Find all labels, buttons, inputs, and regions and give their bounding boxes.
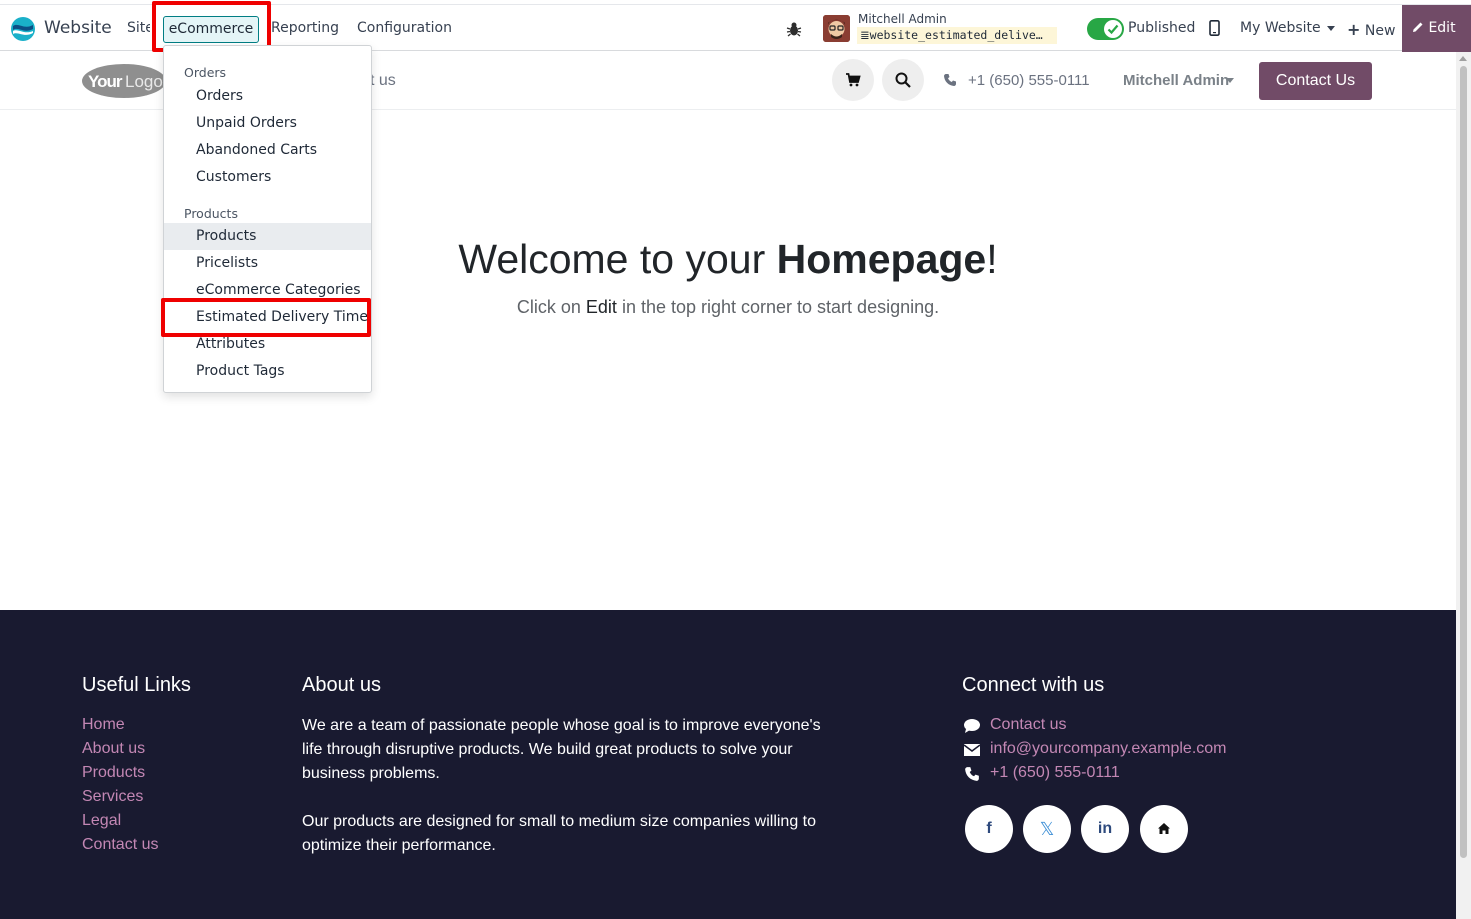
- footer-link-products[interactable]: Products: [82, 764, 145, 782]
- dropdown-header-orders: Orders: [184, 65, 227, 80]
- phone-icon: [944, 74, 956, 86]
- linkedin-button[interactable]: in: [1081, 805, 1129, 853]
- new-button[interactable]: + New: [1347, 20, 1395, 39]
- debug-bug-icon[interactable]: [786, 21, 802, 37]
- cart-button[interactable]: [832, 59, 874, 101]
- app-name[interactable]: Website: [44, 18, 112, 38]
- footer-link-home[interactable]: Home: [82, 716, 125, 734]
- twitter-button[interactable]: 𝕏: [1023, 805, 1071, 853]
- database-icon: ≣: [860, 28, 870, 42]
- ecommerce-dropdown-menu: Orders Orders Unpaid Orders Abandoned Ca…: [163, 45, 372, 393]
- edit-label: Edit: [1428, 20, 1456, 36]
- company-logo[interactable]: Your Logo: [82, 62, 172, 100]
- x-twitter-icon: 𝕏: [1039, 819, 1055, 839]
- hero-title-bold: Homepage: [776, 236, 987, 282]
- linkedin-icon: in: [1097, 820, 1113, 837]
- scrollbar-thumb[interactable]: [1460, 66, 1467, 858]
- hero-sub-pre: Click on: [516, 297, 586, 317]
- footer-about-text-1: We are a team of passionate people whose…: [302, 717, 821, 782]
- dropdown-header-products: Products: [184, 206, 238, 221]
- published-label[interactable]: Published: [1128, 20, 1195, 36]
- scroll-up-arrow-icon[interactable]: [1459, 56, 1467, 61]
- footer-phone-icon: [965, 767, 979, 781]
- plus-icon: +: [1347, 20, 1361, 39]
- database-name: ≣website_estimated_delive…: [857, 27, 1057, 44]
- check-icon: [1107, 24, 1119, 35]
- svg-text:Your: Your: [88, 72, 123, 91]
- footer-phone[interactable]: +1 (650) 555-0111: [990, 764, 1120, 782]
- footer-connect-title: Connect with us: [962, 674, 1105, 696]
- home-social-button[interactable]: [1140, 805, 1188, 853]
- published-toggle[interactable]: [1087, 18, 1124, 40]
- header-user-menu[interactable]: Mitchell Admin: [1123, 72, 1229, 89]
- dropdown-item-pricelists[interactable]: Pricelists: [164, 250, 371, 277]
- search-icon: [895, 72, 911, 88]
- hero-title-pre: Welcome to your: [458, 236, 777, 282]
- hero-title-post: !: [986, 236, 998, 282]
- topbar-user-name[interactable]: Mitchell Admin: [858, 12, 947, 26]
- toggle-knob: [1104, 20, 1122, 38]
- footer-about-title: About us: [302, 674, 381, 696]
- dropdown-item-product-tags[interactable]: Product Tags: [164, 358, 371, 385]
- dropdown-item-unpaid-orders[interactable]: Unpaid Orders: [164, 110, 371, 137]
- new-label: New: [1364, 23, 1396, 39]
- menu-site[interactable]: Site: [127, 20, 150, 36]
- footer-link-legal[interactable]: Legal: [82, 812, 121, 830]
- hero-sub-post: in the top right corner to start designi…: [616, 297, 940, 317]
- highlight-estimated-delivery-time: [161, 298, 371, 337]
- my-website-label: My Website: [1240, 20, 1321, 36]
- svg-text:Logo: Logo: [125, 72, 163, 91]
- facebook-button[interactable]: f: [965, 805, 1013, 853]
- mobile-preview-icon[interactable]: [1209, 20, 1220, 36]
- edit-button[interactable]: Edit: [1402, 5, 1471, 52]
- footer-useful-links-title: Useful Links: [82, 674, 191, 696]
- footer-link-services[interactable]: Services: [82, 788, 143, 806]
- cart-icon: [846, 73, 861, 87]
- facebook-icon: f: [986, 820, 992, 837]
- home-icon: [1158, 823, 1170, 834]
- footer-about-text-2: Our products are designed for small to m…: [302, 813, 817, 854]
- footer-link-about[interactable]: About us: [82, 740, 145, 758]
- my-website-switcher[interactable]: My Website: [1240, 20, 1336, 36]
- dropdown-item-customers[interactable]: Customers: [164, 164, 371, 191]
- comment-icon: [964, 719, 980, 733]
- user-avatar[interactable]: [823, 15, 850, 42]
- footer-link-contact[interactable]: Contact us: [82, 836, 158, 854]
- menu-reporting[interactable]: Reporting: [271, 20, 339, 36]
- hero-sub-bold: Edit: [585, 297, 617, 317]
- dropdown-item-abandoned-carts[interactable]: Abandoned Carts: [164, 137, 371, 164]
- caret-down-icon: [1327, 25, 1336, 31]
- dropdown-item-orders[interactable]: Orders: [164, 83, 371, 110]
- menu-configuration[interactable]: Configuration: [357, 20, 452, 36]
- footer-connect-contact[interactable]: Contact us: [990, 716, 1066, 734]
- website-app-icon[interactable]: [10, 16, 36, 42]
- envelope-icon: [963, 744, 981, 756]
- dropdown-item-products[interactable]: Products: [164, 223, 371, 250]
- pencil-icon: [1413, 22, 1423, 32]
- user-caret-icon: [1226, 78, 1234, 83]
- contact-us-button[interactable]: Contact Us: [1259, 62, 1372, 100]
- nav-contact-us-link[interactable]: t us: [370, 72, 396, 90]
- footer-email[interactable]: info@yourcompany.example.com: [990, 740, 1227, 758]
- header-phone[interactable]: +1 (650) 555-0111: [968, 72, 1090, 89]
- search-button[interactable]: [882, 59, 924, 101]
